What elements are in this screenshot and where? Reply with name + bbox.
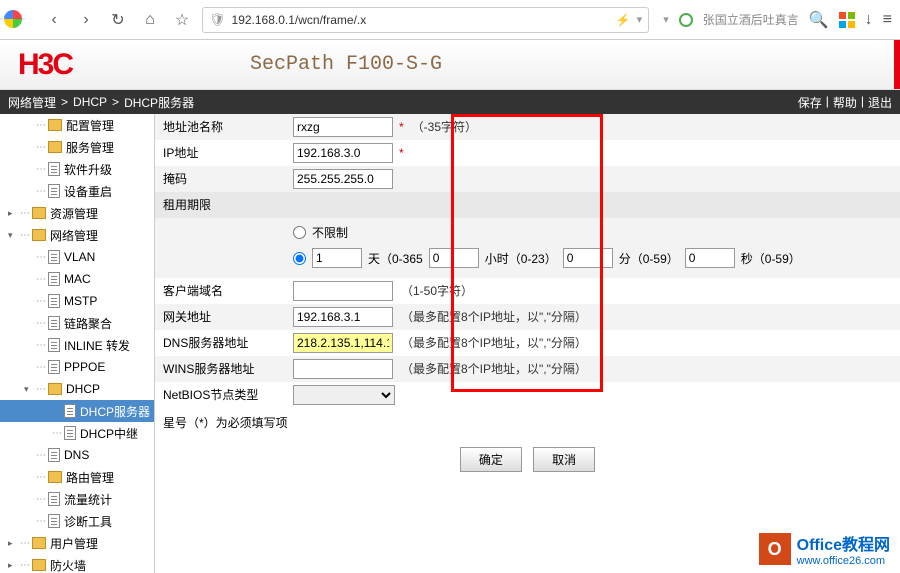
- hint-dns: （最多配置8个IP地址，以","分隔）: [401, 334, 587, 351]
- lease-days-input[interactable]: [312, 248, 362, 268]
- sidebar-item-路由管理[interactable]: ⋯路由管理: [0, 466, 154, 488]
- chevron-down-icon: ▾: [637, 13, 643, 26]
- ip-input[interactable]: [293, 143, 393, 163]
- sidebar-item-软件升级[interactable]: ⋯软件升级: [0, 158, 154, 180]
- hint-wins: （最多配置8个IP地址，以","分隔）: [401, 360, 587, 377]
- shield-icon: 🛡: [209, 12, 226, 28]
- help-link[interactable]: 帮助: [833, 94, 857, 111]
- sidebar-item-PPPOE[interactable]: ⋯PPPOE: [0, 356, 154, 378]
- label-netbios: NetBIOS节点类型: [155, 382, 285, 407]
- label-ip: IP地址: [155, 140, 285, 165]
- lease-minutes-input[interactable]: [563, 248, 613, 268]
- apps-icon[interactable]: [839, 12, 855, 28]
- lease-unlimited-radio[interactable]: [293, 226, 306, 239]
- url-bar[interactable]: 🛡 192.168.0.1/wcn/frame/.x ⚡ ▾: [202, 7, 649, 33]
- sidebar-item-DHCP[interactable]: ▾⋯DHCP: [0, 378, 154, 400]
- ok-button[interactable]: 确定: [460, 447, 522, 472]
- save-link[interactable]: 保存: [798, 94, 822, 111]
- reload-button[interactable]: ↻: [106, 8, 130, 32]
- hint-client-domain: （1-50字符）: [401, 282, 473, 299]
- lease-limited-radio[interactable]: [293, 252, 306, 265]
- label-pool-name: 地址池名称: [155, 114, 285, 139]
- hours-label: 小时（0-23）: [485, 250, 557, 267]
- sidebar-item-MSTP[interactable]: ⋯MSTP: [0, 290, 154, 312]
- pool-name-input[interactable]: [293, 117, 393, 137]
- hint-gateway: （最多配置8个IP地址，以","分隔）: [401, 308, 587, 325]
- crumb-2[interactable]: DHCP: [73, 95, 107, 109]
- sidebar-item-DHCP中继[interactable]: ⋯DHCP中继: [0, 422, 154, 444]
- gateway-input[interactable]: [293, 307, 393, 327]
- crumb-3[interactable]: DHCP服务器: [124, 94, 194, 111]
- breadcrumb: 网络管理 > DHCP > DHCP服务器 保存| 帮助| 退出: [0, 90, 900, 114]
- sidebar-item-资源管理[interactable]: ▸⋯资源管理: [0, 202, 154, 224]
- sidebar-item-设备重启[interactable]: ⋯设备重启: [0, 180, 154, 202]
- sidebar-item-诊断工具[interactable]: ⋯诊断工具: [0, 510, 154, 532]
- sidebar-item-网络管理[interactable]: ▾⋯网络管理: [0, 224, 154, 246]
- bolt-icon: ⚡: [616, 13, 631, 27]
- mask-input[interactable]: [293, 169, 393, 189]
- chevron-down-icon[interactable]: ▾: [663, 13, 669, 26]
- seconds-label: 秒（0-59）: [741, 250, 801, 267]
- watermark-url: www.office26.com: [797, 555, 890, 567]
- home-button[interactable]: ⌂: [138, 8, 162, 32]
- nav-tree: ⋯配置管理⋯服务管理⋯软件升级⋯设备重启▸⋯资源管理▾⋯网络管理⋯VLAN⋯MA…: [0, 114, 155, 573]
- minutes-label: 分（0-59）: [619, 250, 679, 267]
- watermark-icon: O: [759, 533, 791, 565]
- label-wins: WINS服务器地址: [155, 356, 285, 381]
- wins-input[interactable]: [293, 359, 393, 379]
- netbios-select[interactable]: [293, 385, 395, 405]
- sidebar-item-防火墙[interactable]: ▸⋯防火墙: [0, 554, 154, 573]
- lease-seconds-input[interactable]: [685, 248, 735, 268]
- sidebar-item-流量统计[interactable]: ⋯流量统计: [0, 488, 154, 510]
- label-dns: DNS服务器地址: [155, 330, 285, 355]
- days-label: 天（0-365: [368, 250, 423, 267]
- search-placeholder[interactable]: 张国立酒后吐真言: [703, 11, 799, 28]
- decorative-edge: [894, 40, 900, 89]
- download-icon[interactable]: ↓: [865, 11, 873, 29]
- client-domain-input[interactable]: [293, 281, 393, 301]
- lease-hours-input[interactable]: [429, 248, 479, 268]
- crumb-1[interactable]: 网络管理: [8, 94, 56, 111]
- logout-link[interactable]: 退出: [868, 94, 892, 111]
- sidebar-item-配置管理[interactable]: ⋯配置管理: [0, 114, 154, 136]
- required-star: *: [399, 120, 404, 134]
- favorite-button[interactable]: ☆: [170, 8, 194, 32]
- lease-header: 租用期限: [155, 192, 900, 218]
- vendor-logo: H3C: [18, 48, 72, 82]
- sidebar-item-服务管理[interactable]: ⋯服务管理: [0, 136, 154, 158]
- required-note: 星号（*）为必须填写项: [155, 408, 900, 437]
- browser-toolbar: ‹ › ↻ ⌂ ☆ 🛡 192.168.0.1/wcn/frame/.x ⚡ ▾…: [0, 0, 900, 40]
- form-panel: 地址池名称 * （­-35字符） IP地址 * 掩码 租用期限: [155, 114, 900, 573]
- watermark: O Office教程网 www.office26.com: [759, 531, 890, 567]
- sidebar-item-链路聚合[interactable]: ⋯链路聚合: [0, 312, 154, 334]
- dns-input[interactable]: [293, 333, 393, 353]
- lease-unlimited-label: 不限制: [312, 224, 348, 241]
- label-gateway: 网关地址: [155, 304, 285, 329]
- search-engine-icon: [679, 13, 693, 27]
- label-mask: 掩码: [155, 166, 285, 191]
- forward-button[interactable]: ›: [74, 8, 98, 32]
- search-icon[interactable]: 🔍: [809, 10, 829, 30]
- label-client-domain: 客户端域名: [155, 278, 285, 303]
- required-star: *: [399, 146, 404, 160]
- product-header: H3C SecPath F100-S-G: [0, 40, 900, 90]
- tab-favicon: [4, 10, 22, 28]
- url-text: 192.168.0.1/wcn/frame/.x: [232, 13, 367, 27]
- sidebar-item-INLINE 转发[interactable]: ⋯INLINE 转发: [0, 334, 154, 356]
- sidebar-item-MAC[interactable]: ⋯MAC: [0, 268, 154, 290]
- cancel-button[interactable]: 取消: [533, 447, 595, 472]
- sidebar-item-VLAN[interactable]: ⋯VLAN: [0, 246, 154, 268]
- product-title: SecPath F100-S-G: [250, 53, 442, 76]
- sidebar-item-用户管理[interactable]: ▸⋯用户管理: [0, 532, 154, 554]
- sidebar-item-DHCP服务器[interactable]: ⋯DHCP服务器: [0, 400, 154, 422]
- hint-pool-name: （­-35字符）: [412, 118, 477, 135]
- sidebar-item-DNS[interactable]: ⋯DNS: [0, 444, 154, 466]
- back-button[interactable]: ‹: [42, 8, 66, 32]
- menu-icon[interactable]: ≡: [883, 11, 892, 29]
